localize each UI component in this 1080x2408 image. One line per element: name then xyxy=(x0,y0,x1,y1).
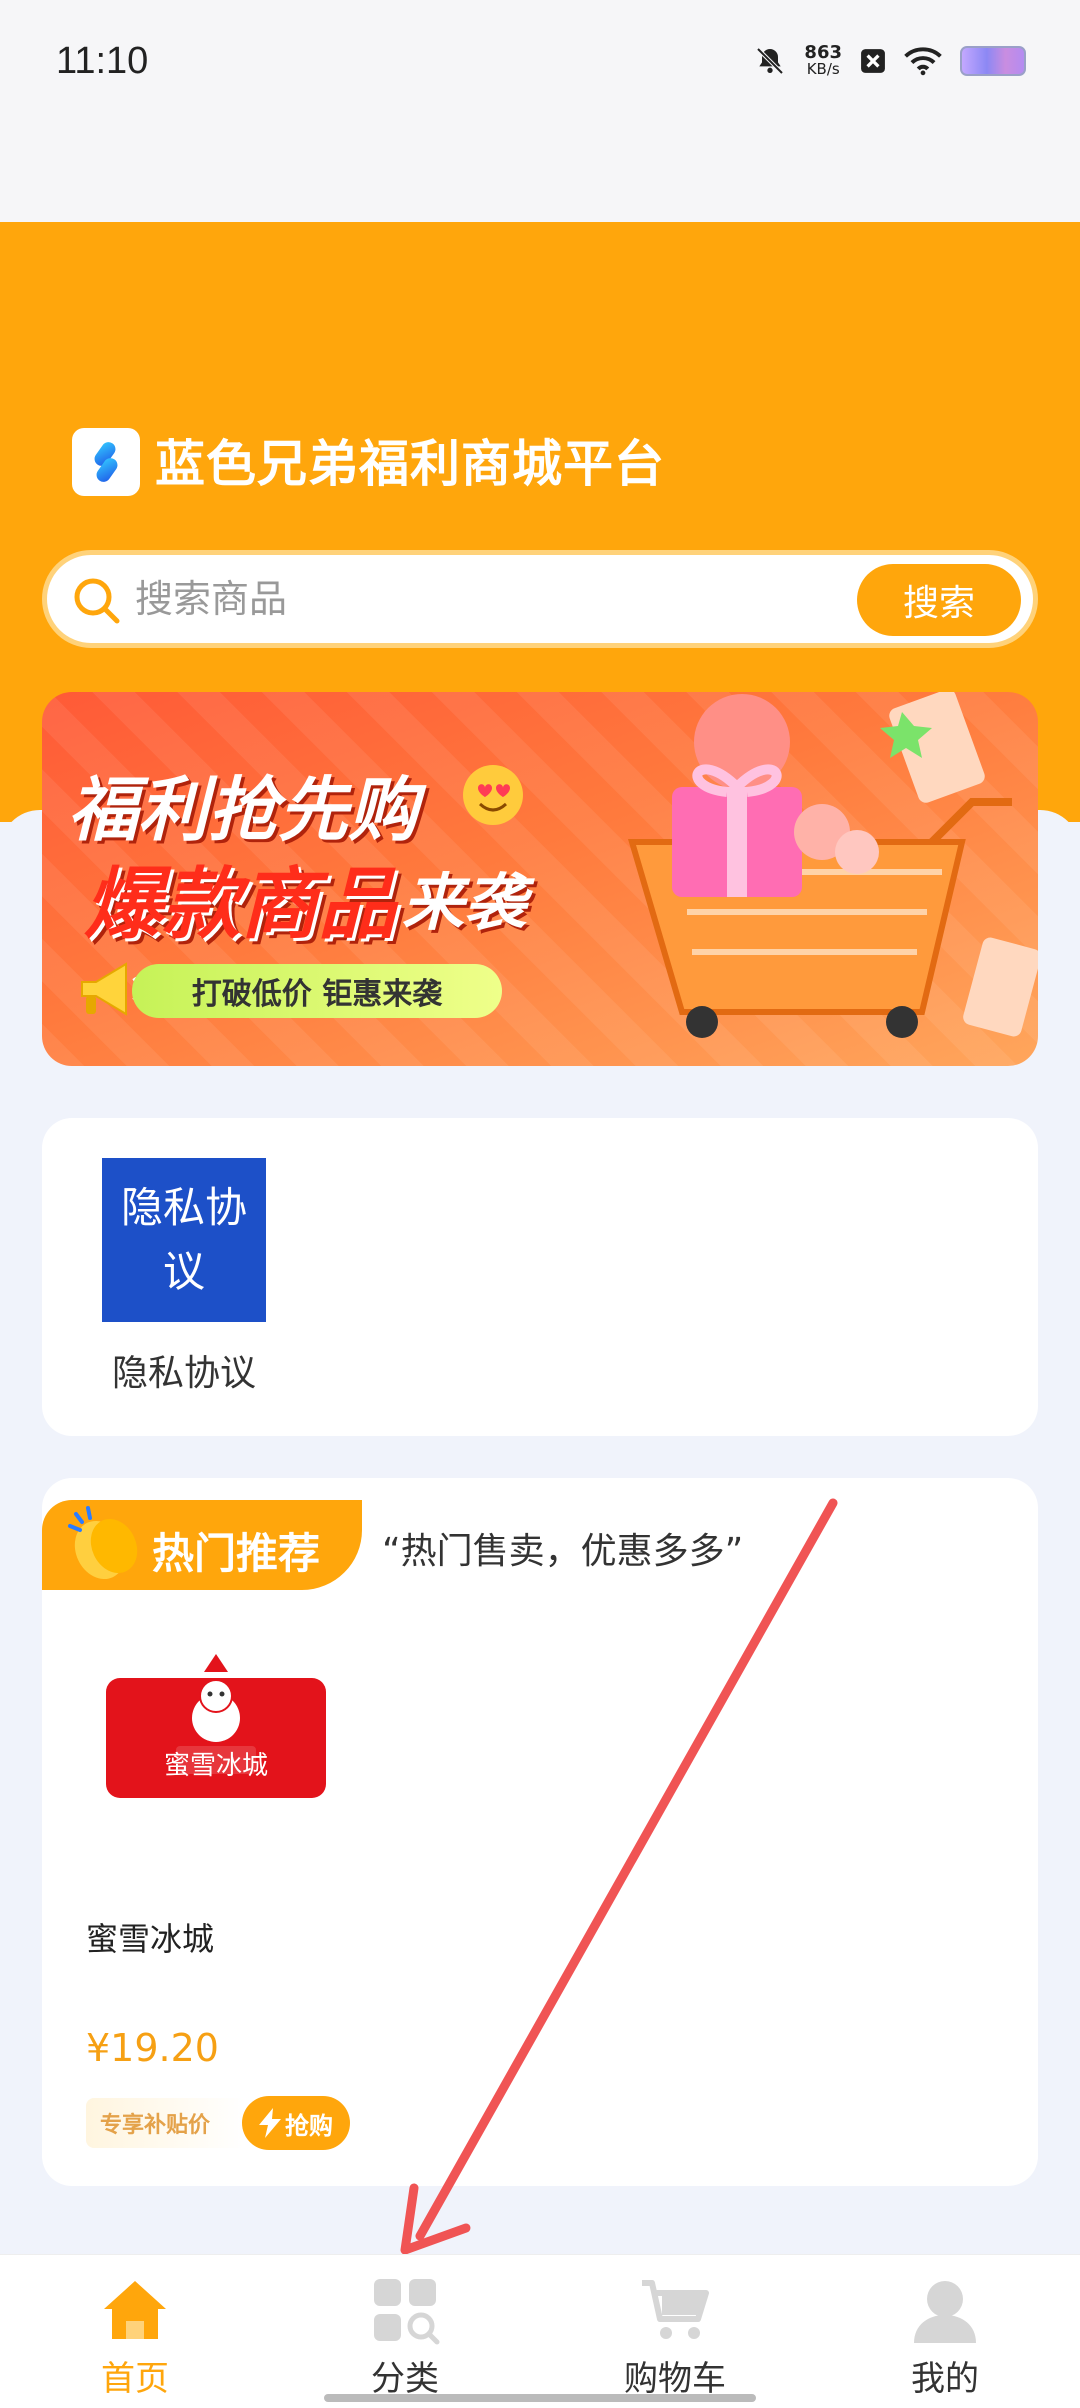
heart-eyes-emoji-icon xyxy=(463,765,523,825)
bottom-tab-bar: 首页 分类 购物车 我的 xyxy=(0,2254,1080,2408)
profile-icon xyxy=(914,2281,976,2343)
search-button[interactable]: 搜索 xyxy=(857,564,1021,636)
tab-profile[interactable]: 我的 xyxy=(810,2255,1080,2408)
buy-now-label: 抢购 xyxy=(285,2111,333,2140)
search-input[interactable] xyxy=(133,571,733,627)
buy-now-button[interactable]: 抢购 xyxy=(242,2096,350,2150)
lightning-icon xyxy=(259,2108,281,2138)
product-price: ¥19.20 xyxy=(86,2026,219,2070)
mute-bell-icon xyxy=(757,47,784,75)
tab-home[interactable]: 首页 xyxy=(0,2255,270,2408)
banner-headline: 福利抢先购 xyxy=(68,769,418,851)
banner-pill: 打破低价 钜惠来袭 xyxy=(132,964,502,1018)
privacy-policy-label[interactable]: 隐私协议 xyxy=(112,1344,256,1396)
tab-profile-label: 我的 xyxy=(911,2359,979,2399)
status-icons: 863 KB/s xyxy=(754,44,1026,78)
status-bar: 11:10 863 KB/s xyxy=(0,0,1080,222)
net-speed: 863 KB/s xyxy=(804,44,842,78)
net-speed-unit: KB/s xyxy=(806,60,840,78)
search-bar[interactable]: 搜索 xyxy=(42,550,1038,648)
home-indicator[interactable] xyxy=(324,2394,756,2402)
promo-banner[interactable]: 福利抢先购 爆款商品 来袭 打破低价 钜惠来袭 xyxy=(42,692,1038,1066)
tab-home-label: 首页 xyxy=(101,2359,169,2399)
app-logo-icon xyxy=(72,428,140,496)
net-speed-value: 863 xyxy=(804,42,842,63)
product-image[interactable]: 蜜雪冰城 xyxy=(106,1648,326,1818)
battery-icon xyxy=(960,46,1026,76)
tab-category[interactable]: 分类 xyxy=(270,2255,540,2408)
close-box-icon xyxy=(861,49,885,73)
product-name[interactable]: 蜜雪冰城 xyxy=(86,1914,214,1960)
tab-cart[interactable]: 购物车 xyxy=(540,2255,810,2408)
clapping-hands-icon xyxy=(68,1506,138,1580)
cart-icon xyxy=(642,2280,709,2339)
banner-subheadline-suffix: 来袭 xyxy=(402,866,527,939)
subsidy-tag: 专享补贴价 xyxy=(86,2098,246,2148)
app-title: 蓝色兄弟福利商城平台 xyxy=(155,435,665,493)
banner-subheadline: 爆款商品 xyxy=(84,860,397,950)
privacy-policy-tile[interactable]: 隐私协议 xyxy=(102,1158,266,1322)
product-logo-text: 蜜雪冰城 xyxy=(164,1751,268,1781)
shopping-cart-illustration-icon xyxy=(627,692,1038,1038)
tab-cart-label: 购物车 xyxy=(624,2359,726,2399)
status-time: 11:10 xyxy=(56,40,149,82)
wifi-icon xyxy=(904,47,942,76)
category-icon xyxy=(374,2279,440,2345)
search-icon xyxy=(74,578,120,624)
home-icon xyxy=(104,2281,166,2339)
hot-recommend-title: 热门推荐 xyxy=(152,1529,321,1578)
hot-recommend-slogan: “热门售卖，优惠多多” xyxy=(382,1531,744,1572)
tab-category-label: 分类 xyxy=(371,2359,439,2399)
privacy-card: 隐私协议 隐私协议 xyxy=(42,1118,1038,1436)
hot-recommend-card: 热门推荐 “热门售卖，优惠多多” 蜜雪冰城 蜜雪冰城 ¥19.20 专享补贴价 … xyxy=(42,1478,1038,2186)
